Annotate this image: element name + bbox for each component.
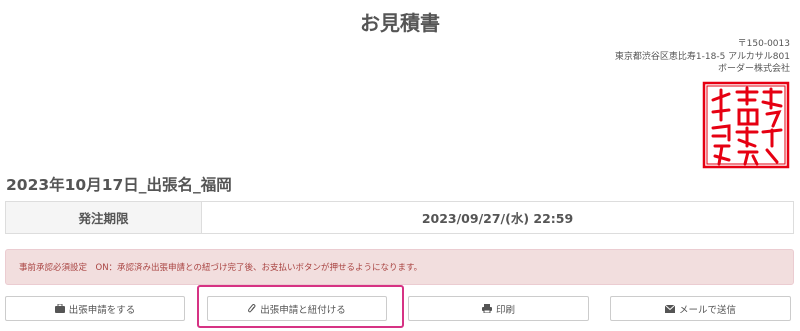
deadline-value: 2023/09/27/(水) 22:59 [421,211,574,226]
deadline-table: 発注期限 2023/09/27/(水) 22:59 [5,201,794,234]
send-email-label: メールで送信 [678,304,736,316]
alert-text: 事前承認必須設定 ON：承認済み出張申請との紐づけ完了後、お支払いボタンが押せる… [19,263,423,273]
page-title: お見積書 [360,11,440,35]
envelope-icon [664,304,675,313]
print-label: 印刷 [495,304,515,316]
paperclip-icon [248,303,256,314]
apply-trip-label: 出張申請をする [68,304,136,316]
send-email-button[interactable]: メールで送信 [610,296,791,321]
issuer-company: ボーダー株式会社 [717,64,790,74]
print-button[interactable]: 印刷 [408,296,589,321]
link-trip-label: 出張申請と紐付ける [260,304,346,316]
issuer-info: 〒150-0013 東京都渋谷区恵比寿1-18-5 アルカサル801 ボーダー株… [615,38,790,76]
link-trip-application-button[interactable]: 出張申請と紐付ける [207,296,387,321]
trip-title: 2023年10月17日_出張名_福岡 [6,176,232,194]
corner-mark: ··· ·· · [682,0,705,4]
company-seal-icon [701,80,791,170]
issuer-postal-code: 〒150-0013 [737,39,790,49]
issuer-address: 東京都渋谷区恵比寿1-18-5 アルカサル801 [614,51,790,62]
pre-approval-alert: 事前承認必須設定 ON：承認済み出張申請との紐づけ完了後、お支払いボタンが押せる… [5,249,794,285]
deadline-label: 発注期限 [6,202,202,233]
briefcase-icon [54,304,65,313]
printer-icon [481,304,492,313]
apply-trip-button[interactable]: 出張申請をする [5,296,185,321]
